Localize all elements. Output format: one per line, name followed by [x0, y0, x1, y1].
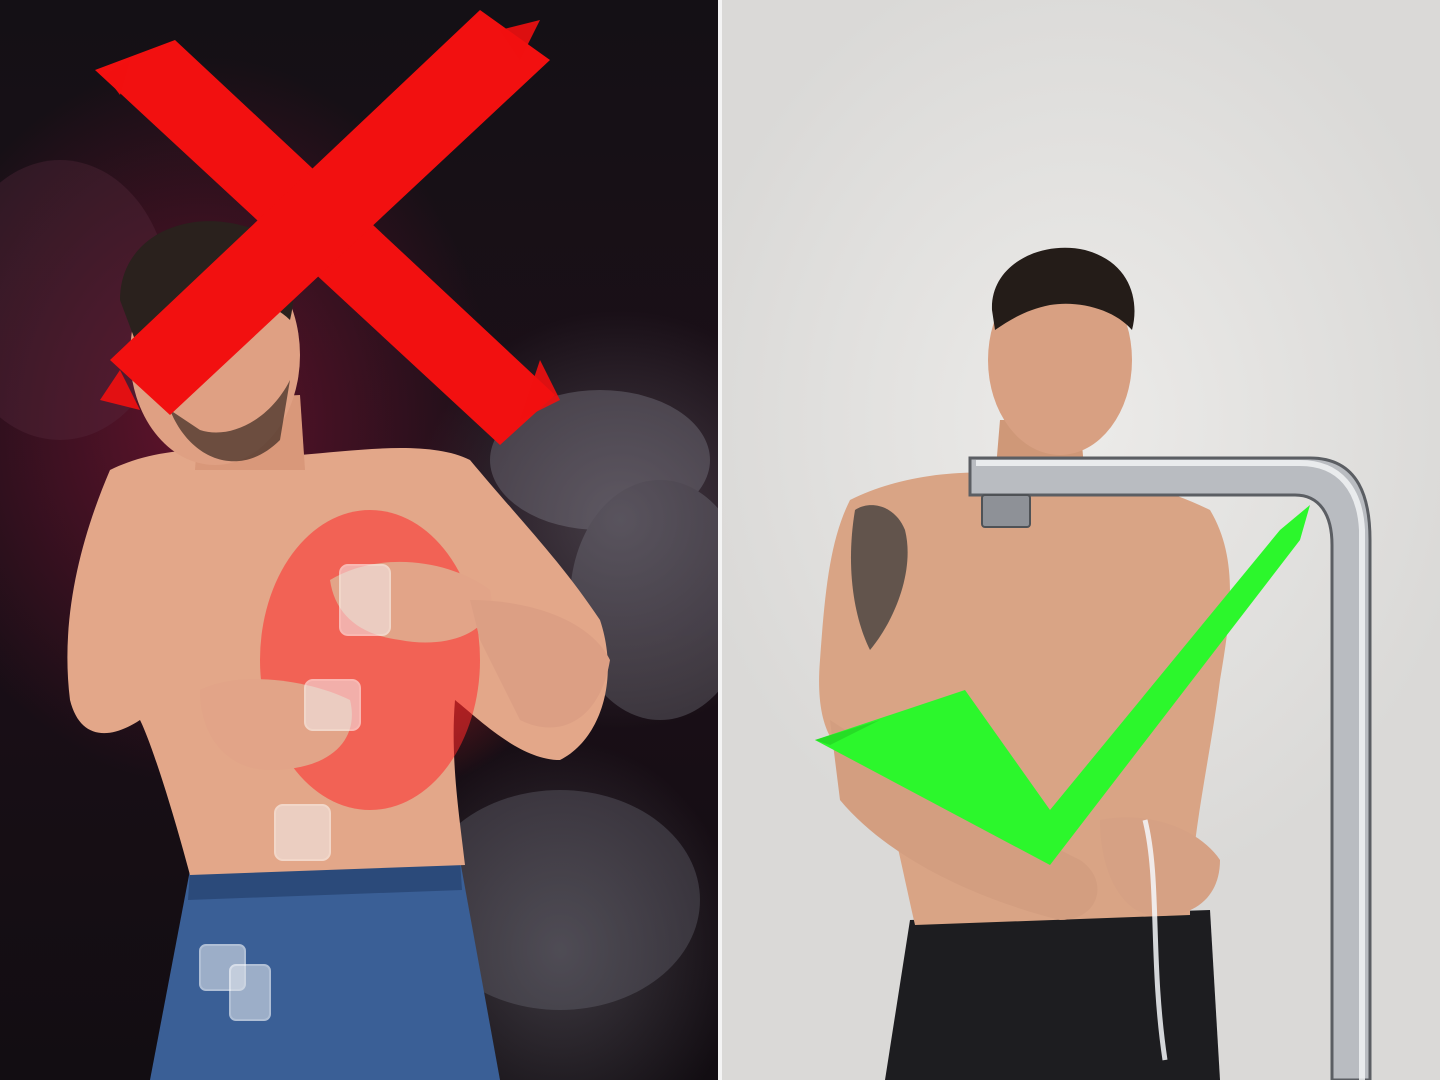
comparison-image	[0, 0, 1440, 1080]
person-right	[819, 247, 1230, 1080]
right-photo-panel	[720, 0, 1440, 1080]
left-photo	[0, 10, 720, 1080]
panel-divider	[718, 0, 722, 1080]
right-photo	[815, 247, 1372, 1080]
left-photo-panel	[0, 0, 720, 1080]
red-cross-mark	[95, 10, 560, 445]
